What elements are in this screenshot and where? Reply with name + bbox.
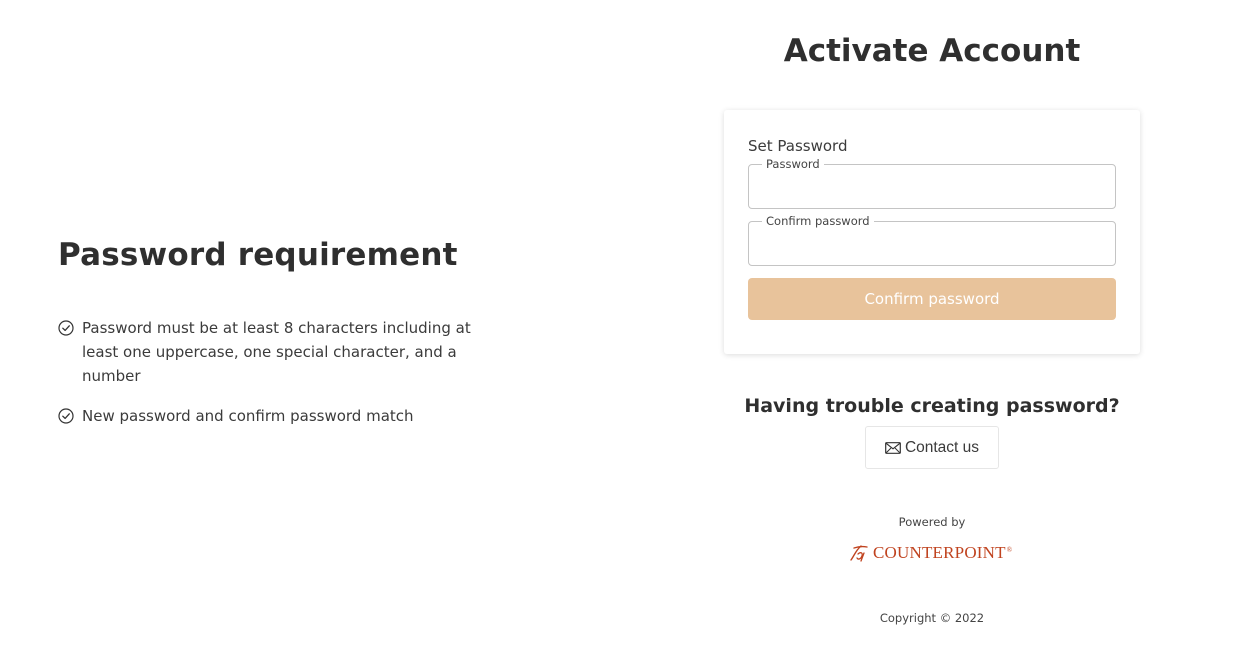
check-circle-icon (58, 408, 74, 424)
copyright-text: Copyright © 2022 (879, 611, 985, 625)
registered-mark: ® (1006, 546, 1013, 554)
password-requirements-panel: Password requirement Password must be at… (58, 236, 478, 444)
counterpoint-logo: COUNTERPOINT ® (848, 540, 1018, 566)
confirm-password-button[interactable]: Confirm password (748, 278, 1116, 320)
requirement-text: Password must be at least 8 characters i… (82, 319, 471, 385)
password-field: Password (748, 157, 1116, 209)
requirement-text: New password and confirm password match (82, 407, 414, 425)
card-title: Set Password (748, 137, 848, 155)
confirm-password-field: Confirm password (748, 214, 1116, 266)
requirements-title: Password requirement (58, 237, 458, 273)
counterpoint-mark-icon (850, 545, 868, 562)
check-circle-icon (58, 320, 74, 336)
contact-us-button[interactable]: Contact us (865, 426, 999, 469)
set-password-card: Set Password Password Confirm password C… (724, 110, 1140, 354)
contact-us-label: Contact us (904, 438, 980, 456)
password-label: Password (762, 157, 824, 172)
requirement-item: New password and confirm password match (58, 404, 478, 428)
envelope-icon (885, 441, 901, 454)
requirements-list: Password must be at least 8 characters i… (58, 316, 478, 428)
brand-name: COUNTERPOINT (873, 543, 1006, 562)
confirm-password-label: Confirm password (762, 214, 874, 229)
powered-by-text: Powered by (898, 515, 966, 529)
activate-account-page: Password requirement Password must be at… (0, 0, 1249, 660)
page-title: Activate Account (783, 33, 1081, 69)
requirement-item: Password must be at least 8 characters i… (58, 316, 478, 388)
trouble-heading: Having trouble creating password? (744, 395, 1120, 417)
